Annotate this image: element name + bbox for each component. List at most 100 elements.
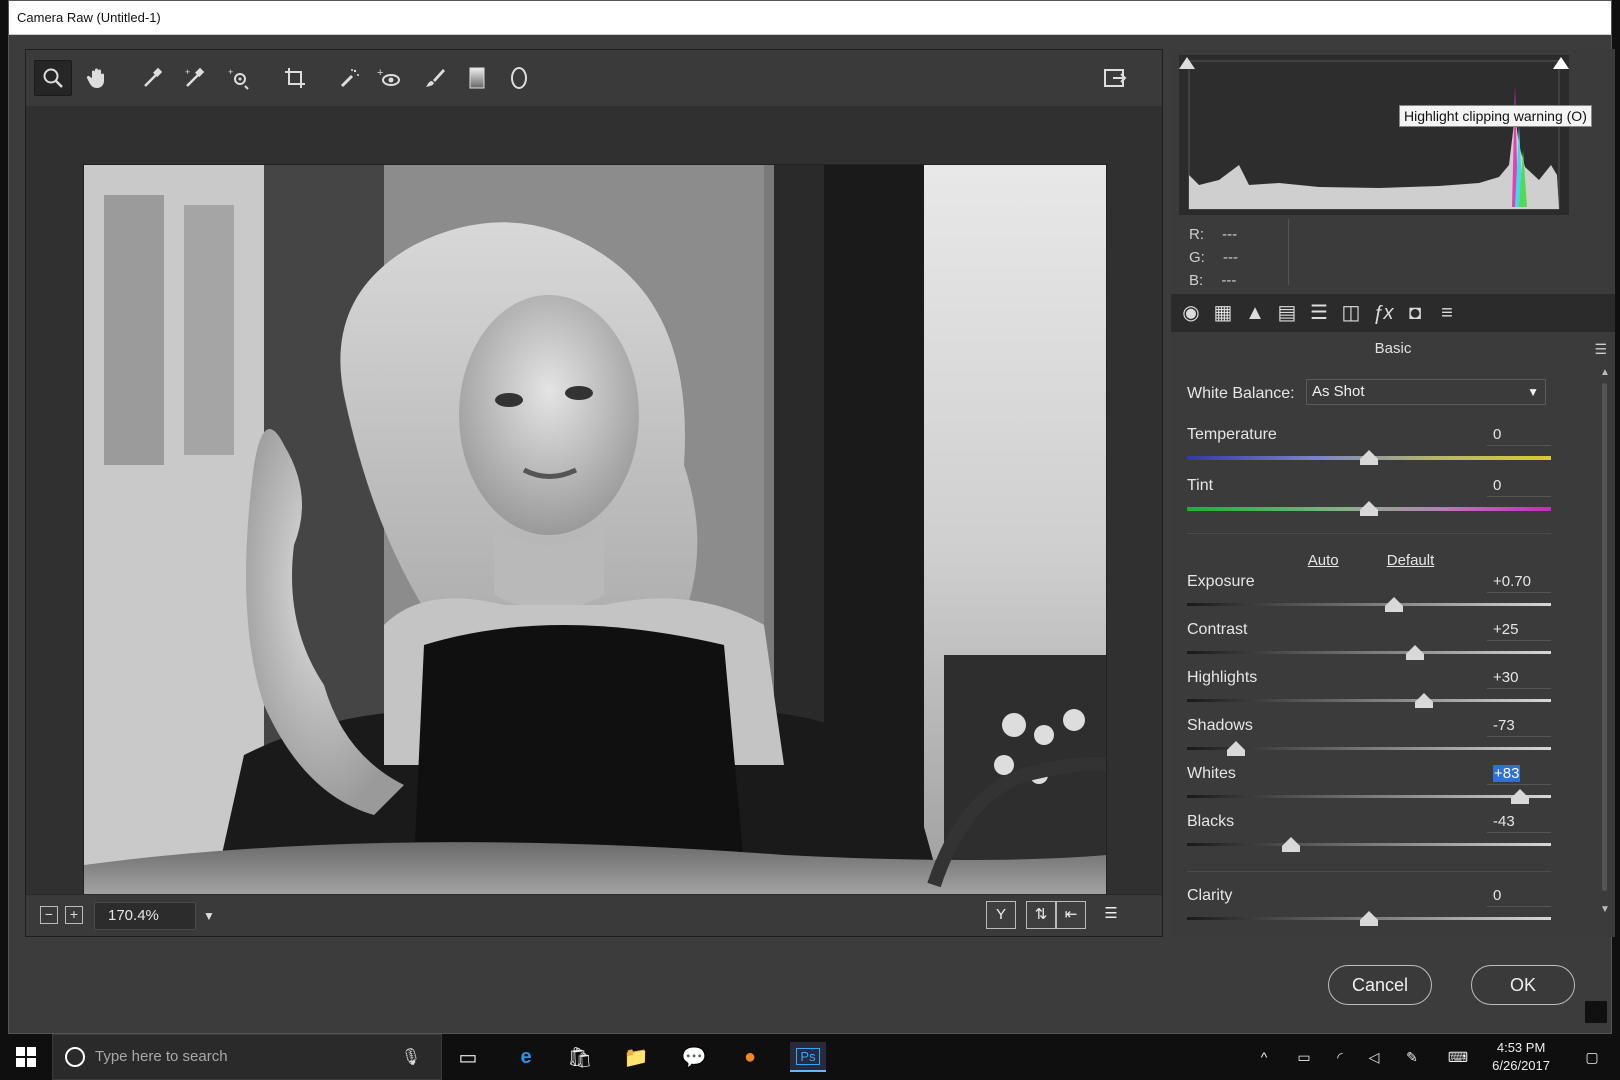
effects-tab-icon[interactable]: ƒx <box>1369 299 1397 327</box>
zoom-level-field[interactable]: 170.4% <box>94 902 196 930</box>
swap-settings-button[interactable]: ⇅ <box>1026 901 1056 929</box>
camera-calibration-tab-icon[interactable]: ◘ <box>1401 299 1429 327</box>
slider-tint[interactable]: Tint 0 <box>1187 477 1551 523</box>
windows-start-icon[interactable] <box>8 1042 44 1072</box>
edge-browser-icon[interactable]: e <box>508 1042 544 1072</box>
adjustments-panel: Highlight clipping warning (O) R: --- G:… <box>1171 49 1615 937</box>
white-balance-tool-icon[interactable] <box>134 60 172 96</box>
cancel-button[interactable]: Cancel <box>1328 965 1432 1005</box>
volume-icon[interactable]: ◁ <box>1356 1042 1392 1072</box>
slider-thumb[interactable] <box>1360 450 1378 465</box>
slider-thumb[interactable] <box>1511 789 1530 804</box>
firefox-icon[interactable]: ● <box>732 1042 768 1072</box>
tool-bar: + + + <box>26 50 1162 106</box>
basic-tab-icon[interactable]: ◉ <box>1177 299 1205 327</box>
slider-whites[interactable]: Whites +83 <box>1187 765 1551 811</box>
presets-tab-icon[interactable]: ≡ <box>1433 299 1461 327</box>
keyboard-icon[interactable]: ⌨ <box>1440 1042 1476 1072</box>
slider-track[interactable] <box>1187 795 1551 798</box>
slider-value[interactable]: 0 <box>1487 885 1551 907</box>
slider-value[interactable]: +83 <box>1487 763 1551 785</box>
slider-track[interactable] <box>1187 843 1551 846</box>
slider-value[interactable]: -43 <box>1487 811 1551 833</box>
slider-thumb[interactable] <box>1414 693 1433 708</box>
red-eye-tool-icon[interactable]: + <box>370 60 408 96</box>
detail-tab-icon[interactable]: ▲ <box>1241 299 1269 327</box>
task-view-icon[interactable]: ▭ <box>450 1042 486 1072</box>
crop-tool-icon[interactable] <box>276 60 314 96</box>
histogram-graph <box>1179 57 1569 210</box>
b-label: B: <box>1189 272 1204 289</box>
system-clock[interactable]: 4:53 PM 6/26/2017 <box>1492 1039 1550 1075</box>
taskbar-search-box[interactable]: Type here to search 🎙 <box>52 1034 442 1080</box>
slider-contrast[interactable]: Contrast +25 <box>1187 621 1551 667</box>
panel-menu-icon[interactable]: ☰ <box>1594 341 1607 358</box>
slider-value[interactable]: +0.70 <box>1487 571 1551 593</box>
slider-thumb[interactable] <box>1281 837 1300 852</box>
pen-icon[interactable]: ✎ <box>1394 1042 1430 1072</box>
slider-track[interactable] <box>1187 699 1551 702</box>
messaging-icon[interactable]: 💬 <box>676 1042 712 1072</box>
hand-tool-icon[interactable] <box>78 60 116 96</box>
chevron-down-icon: ▼ <box>1527 385 1539 399</box>
slider-track[interactable] <box>1187 603 1551 606</box>
slider-highlights[interactable]: Highlights +30 <box>1187 669 1551 715</box>
before-after-toggle-button[interactable]: Y <box>986 901 1016 929</box>
graduated-filter-tool-icon[interactable] <box>458 60 496 96</box>
auto-link[interactable]: Auto <box>1308 552 1339 569</box>
color-sampler-tool-icon[interactable]: + <box>176 60 214 96</box>
split-toning-tab-icon[interactable]: ☰ <box>1305 299 1333 327</box>
wifi-icon[interactable]: ◜ <box>1322 1042 1358 1072</box>
slider-exposure[interactable]: Exposure +0.70 <box>1187 573 1551 619</box>
slider-value[interactable]: -73 <box>1487 715 1551 737</box>
slider-thumb[interactable] <box>1405 645 1424 660</box>
cortana-icon <box>65 1047 85 1067</box>
default-link[interactable]: Default <box>1387 552 1435 569</box>
slider-value[interactable]: 0 <box>1487 424 1551 446</box>
preview-settings-icon[interactable]: ☰ <box>1096 901 1126 929</box>
microphone-icon[interactable]: 🎙 <box>401 1047 421 1067</box>
fullscreen-toggle-icon[interactable] <box>1096 60 1134 96</box>
slider-temperature[interactable]: Temperature 0 <box>1187 426 1551 472</box>
zoom-tool-icon[interactable] <box>34 60 72 96</box>
slider-thumb[interactable] <box>1385 597 1404 612</box>
slider-value[interactable]: 0 <box>1487 475 1551 497</box>
hsl-tab-icon[interactable]: ▤ <box>1273 299 1301 327</box>
zoom-in-button[interactable]: + <box>65 906 83 924</box>
show-hidden-icons-icon[interactable]: ^ <box>1246 1042 1282 1072</box>
chevron-down-icon[interactable]: ▼ <box>198 902 220 930</box>
white-balance-label: White Balance: <box>1187 385 1295 402</box>
ok-button[interactable]: OK <box>1471 965 1575 1005</box>
taskbar: Type here to search 🎙 ▭ e 🛍 📁 💬 ● Ps ^ ▭… <box>0 1034 1620 1080</box>
panel-tabs: ◉ ▦ ▲ ▤ ☰ ◫ ƒx ◘ ≡ <box>1171 294 1615 332</box>
white-balance-value: As Shot <box>1312 383 1365 400</box>
slider-blacks[interactable]: Blacks -43 <box>1187 813 1551 859</box>
photo-preview[interactable] <box>83 164 1107 934</box>
store-icon[interactable]: 🛍 <box>562 1042 598 1072</box>
photoshop-icon[interactable]: Ps <box>790 1042 826 1072</box>
slider-shadows[interactable]: Shadows -73 <box>1187 717 1551 763</box>
panel-scrollbar[interactable]: ▲ ▼ <box>1599 367 1611 915</box>
slider-clarity[interactable]: Clarity 0 <box>1187 887 1551 931</box>
lens-corrections-tab-icon[interactable]: ◫ <box>1337 299 1365 327</box>
scroll-thumb[interactable] <box>1602 383 1607 891</box>
scroll-down-icon[interactable]: ▼ <box>1599 904 1611 915</box>
battery-icon[interactable]: ▭ <box>1286 1042 1322 1072</box>
targeted-adjustment-tool-icon[interactable]: + <box>220 60 258 96</box>
slider-value[interactable]: +30 <box>1487 667 1551 689</box>
file-explorer-icon[interactable]: 📁 <box>618 1042 654 1072</box>
radial-filter-tool-icon[interactable] <box>500 60 538 96</box>
copy-settings-button[interactable]: ⇤ <box>1056 901 1086 929</box>
spot-removal-tool-icon[interactable] <box>330 60 368 96</box>
slider-thumb[interactable] <box>1360 911 1378 926</box>
white-balance-dropdown[interactable]: As Shot ▼ <box>1306 379 1546 405</box>
slider-thumb[interactable] <box>1227 741 1246 756</box>
slider-track[interactable] <box>1187 651 1551 654</box>
tone-curve-tab-icon[interactable]: ▦ <box>1209 299 1237 327</box>
adjustment-brush-tool-icon[interactable] <box>416 60 454 96</box>
notifications-icon[interactable]: ▢ <box>1574 1042 1610 1072</box>
zoom-out-button[interactable]: − <box>40 906 58 924</box>
slider-value[interactable]: +25 <box>1487 619 1551 641</box>
slider-thumb[interactable] <box>1360 501 1378 516</box>
scroll-up-icon[interactable]: ▲ <box>1599 367 1611 378</box>
